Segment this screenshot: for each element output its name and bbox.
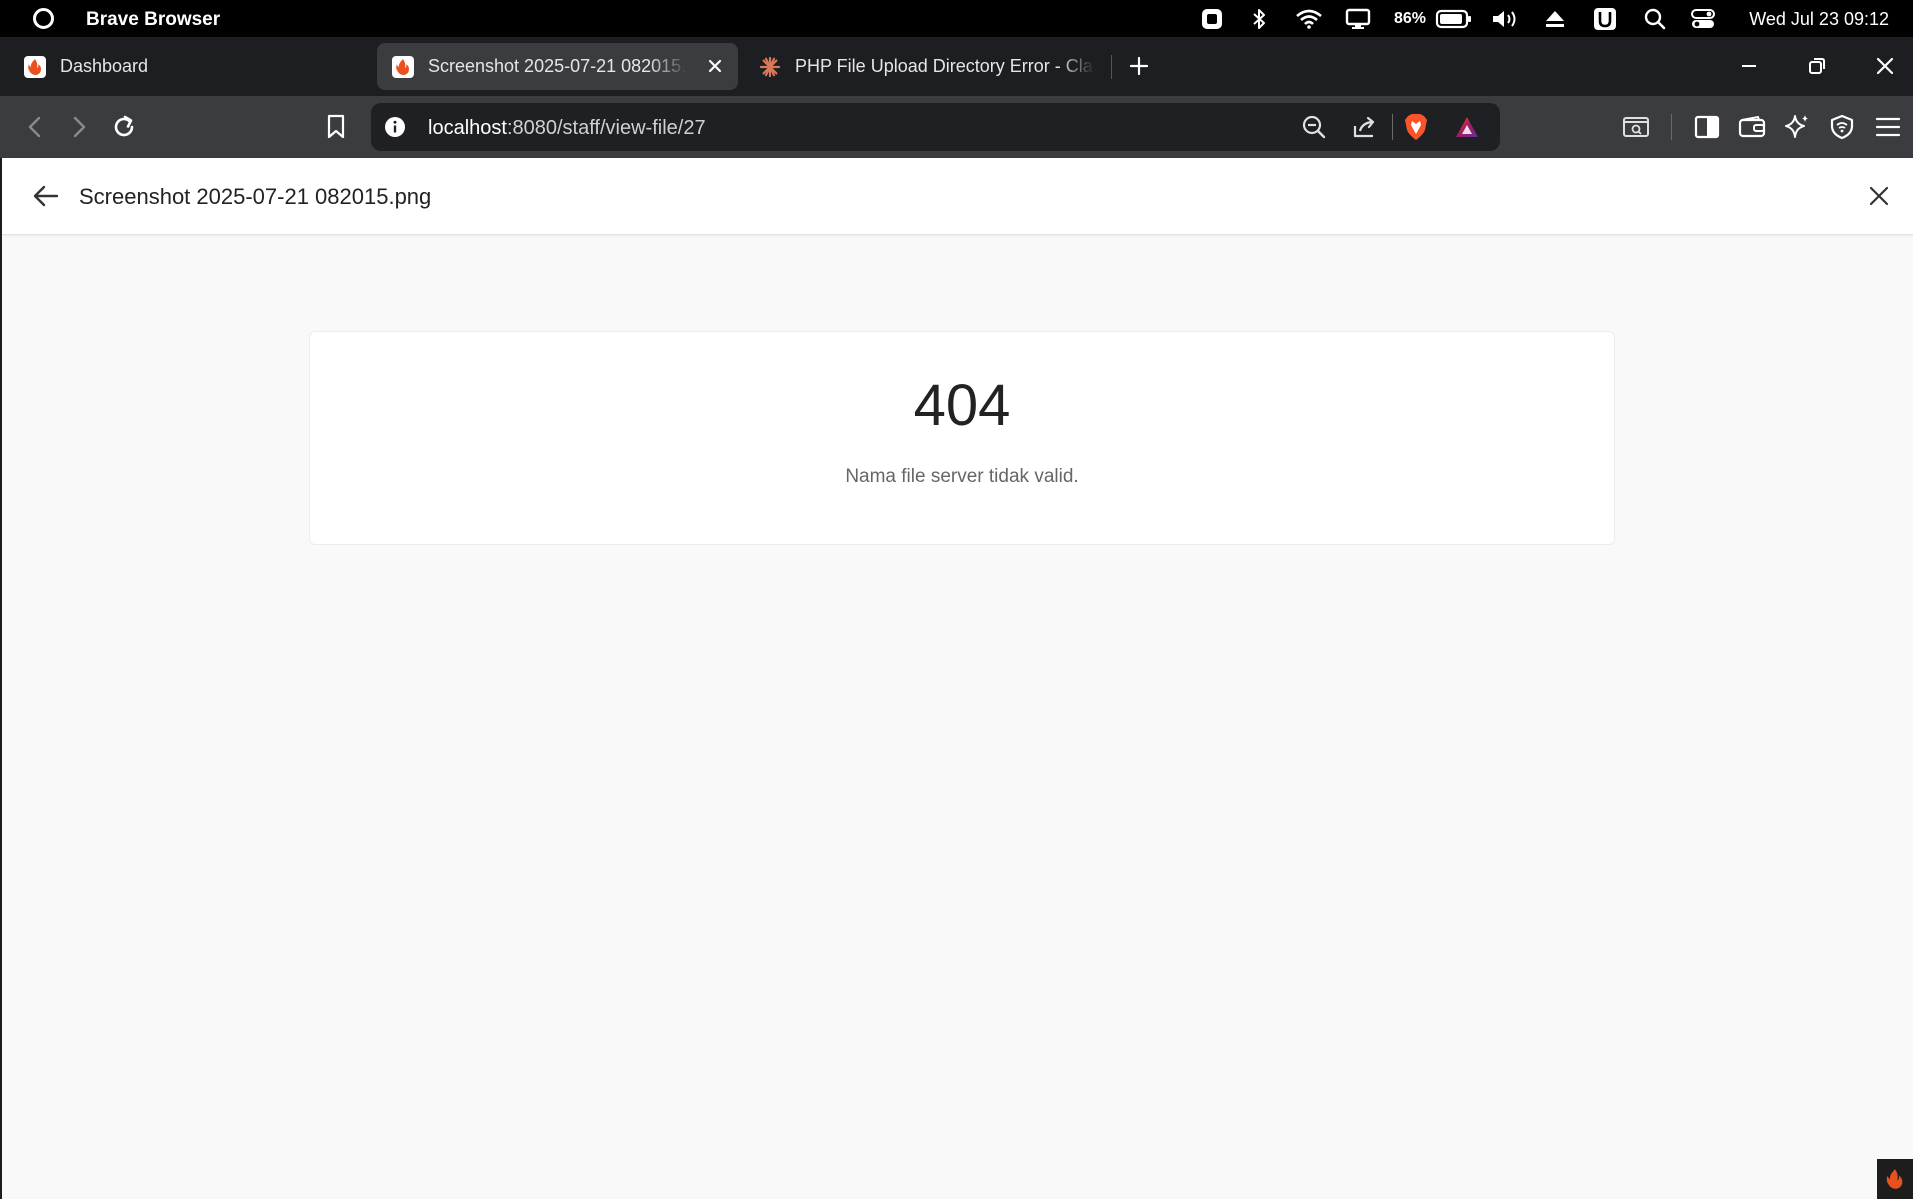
bluetooth-icon[interactable] — [1247, 0, 1271, 37]
battery-icon[interactable] — [1434, 0, 1474, 37]
screen-record-icon[interactable] — [1198, 0, 1226, 37]
bookmark-icon[interactable] — [320, 111, 352, 143]
brave-rewards-icon[interactable] — [1452, 112, 1482, 142]
site-info-icon[interactable] — [380, 112, 410, 142]
back-arrow-icon[interactable] — [30, 180, 62, 212]
new-tab-plus-icon[interactable] — [1124, 51, 1154, 81]
active-app-name[interactable]: Brave Browser — [86, 9, 220, 31]
control-center-icon[interactable] — [1688, 0, 1718, 37]
system-clock[interactable]: Wed Jul 23 09:12 — [1749, 9, 1889, 30]
vpn-shield-icon[interactable] — [1826, 111, 1858, 143]
tab-screenshot-view[interactable]: Screenshot 2025-07-21 082015.png — [377, 43, 738, 90]
page-title: Screenshot 2025-07-21 082015.png — [79, 184, 432, 209]
error-message: Nama file server tidak valid. — [845, 466, 1079, 487]
minimize-window-icon[interactable] — [1734, 51, 1764, 81]
error-code: 404 — [913, 373, 1011, 438]
close-tab-icon[interactable] — [704, 55, 726, 77]
os-menu-bar: Brave Browser 86% Wed Jul 23 09:12 — [0, 0, 1913, 37]
back-arrow-icon[interactable] — [19, 111, 51, 143]
sidebar-toggle-icon[interactable] — [1691, 111, 1723, 143]
close-window-icon[interactable] — [1870, 51, 1900, 81]
file-viewer-header: Screenshot 2025-07-21 082015.png — [2, 158, 1913, 235]
tab-title: PHP File Upload Directory Error - Claude — [795, 56, 1095, 76]
battery-percentage: 86% — [1393, 9, 1427, 27]
share-icon[interactable] — [1350, 112, 1380, 142]
url-text[interactable]: localhost:8080/staff/view-file/27 — [428, 117, 706, 140]
address-bar-divider — [1392, 114, 1393, 140]
spotlight-search-icon[interactable] — [1641, 0, 1669, 37]
url-path: :8080/staff/view-file/27 — [506, 117, 706, 139]
window-left-edge — [0, 158, 2, 1199]
volume-icon[interactable] — [1490, 0, 1520, 37]
reload-icon[interactable] — [108, 111, 140, 143]
zoom-out-icon[interactable] — [1299, 112, 1329, 142]
claude-logo-icon — [759, 56, 781, 78]
tab-title: Screenshot 2025-07-21 082015.png — [428, 56, 688, 76]
url-host: localhost — [428, 117, 507, 139]
display-icon[interactable] — [1343, 0, 1373, 37]
address-bar[interactable]: localhost:8080/staff/view-file/27 — [371, 103, 1500, 151]
tab-divider — [1111, 55, 1112, 79]
codeigniter-flame-icon — [24, 55, 46, 78]
menu-hamburger-icon[interactable] — [1872, 111, 1904, 143]
tab-claude-php-error[interactable]: PHP File Upload Directory Error - Claude — [747, 43, 1097, 90]
eject-icon[interactable] — [1541, 0, 1569, 37]
codeigniter-flame-icon — [392, 55, 414, 78]
tab-strip: Dashboard Screenshot 2025-07-21 082015.p… — [0, 37, 1913, 96]
toolbar-divider — [1671, 114, 1672, 140]
browser-toolbar: localhost:8080/staff/view-file/27 — [0, 96, 1913, 158]
restore-window-icon[interactable] — [1802, 51, 1832, 81]
wifi-icon[interactable] — [1294, 0, 1324, 37]
codeigniter-debug-toolbar-icon[interactable] — [1877, 1159, 1913, 1199]
leo-ai-sparkle-icon[interactable] — [1781, 111, 1813, 143]
reader-mode-icon[interactable] — [1620, 111, 1652, 143]
tab-dashboard[interactable]: Dashboard — [10, 43, 370, 90]
tab-title: Dashboard — [60, 56, 149, 76]
error-card: 404 Nama file server tidak valid. — [309, 331, 1615, 545]
brave-shields-icon[interactable] — [1401, 112, 1431, 142]
user-badge-icon[interactable] — [1591, 0, 1619, 37]
forward-arrow-icon[interactable] — [63, 111, 95, 143]
wallet-icon[interactable] — [1736, 111, 1768, 143]
os-logo-icon[interactable] — [33, 8, 54, 29]
close-icon[interactable] — [1863, 180, 1895, 212]
